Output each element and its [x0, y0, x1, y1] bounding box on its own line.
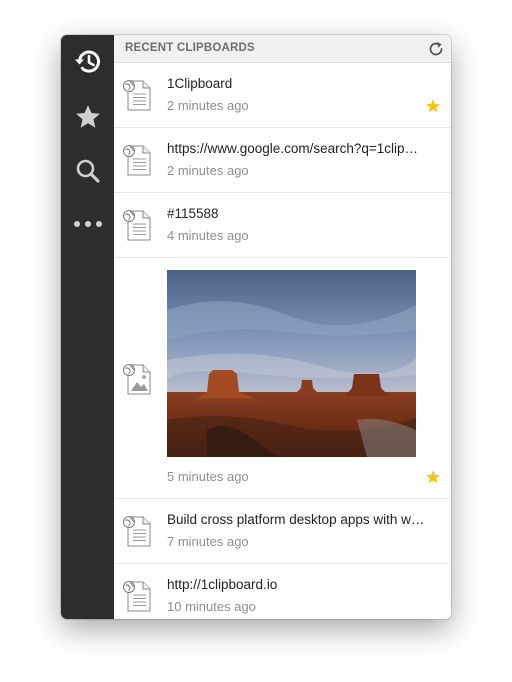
refresh-icon: [429, 42, 443, 56]
clip-time: 7 minutes ago: [167, 534, 249, 549]
starred-icon[interactable]: [425, 469, 441, 485]
main-panel: RECENT CLIPBOARDS 1Clipboard 2 minutes a…: [114, 35, 451, 619]
history-icon: [74, 50, 100, 73]
nav-search-button[interactable]: [61, 151, 114, 191]
clip-title: http://1clipboard.io: [167, 577, 278, 592]
app-window: RECENT CLIPBOARDS 1Clipboard 2 minutes a…: [61, 35, 451, 619]
clip-list[interactable]: 1Clipboard 2 minutes ago https://www.goo…: [114, 63, 451, 619]
panel-header: RECENT CLIPBOARDS: [114, 35, 451, 63]
panel-title: RECENT CLIPBOARDS: [125, 42, 255, 54]
text-document-icon: [123, 80, 151, 111]
nav-more-button[interactable]: [61, 204, 114, 244]
sidebar: [61, 35, 114, 619]
clip-item[interactable]: 1Clipboard 2 minutes ago: [114, 63, 451, 128]
clip-time: 2 minutes ago: [167, 163, 249, 178]
clip-time: 4 minutes ago: [167, 228, 249, 243]
clip-item-image[interactable]: 5 minutes ago: [114, 258, 451, 499]
clip-title: Build cross platform desktop apps with w…: [167, 512, 425, 527]
clip-item[interactable]: Build cross platform desktop apps with w…: [114, 499, 451, 564]
text-document-icon: [123, 145, 151, 176]
clip-image-thumbnail: [167, 270, 416, 457]
nav-history-button[interactable]: [61, 42, 114, 82]
clip-title: 1Clipboard: [167, 76, 233, 91]
text-document-icon: [123, 581, 151, 612]
text-document-icon: [123, 516, 151, 547]
refresh-button[interactable]: [425, 38, 447, 60]
clip-time: 2 minutes ago: [167, 98, 249, 113]
starred-icon[interactable]: [425, 98, 441, 114]
text-document-icon: [123, 210, 151, 241]
clip-item[interactable]: https://www.google.com/search?q=1clip… 2…: [114, 128, 451, 193]
clip-time: 10 minutes ago: [167, 599, 256, 614]
search-icon: [76, 159, 100, 183]
star-icon: [75, 105, 100, 128]
clip-time: 5 minutes ago: [167, 469, 249, 484]
clip-title: #115588: [167, 206, 219, 221]
clip-item[interactable]: #115588 4 minutes ago: [114, 193, 451, 258]
nav-starred-button[interactable]: [61, 97, 114, 137]
clip-item[interactable]: http://1clipboard.io 10 minutes ago: [114, 564, 451, 619]
more-icon: [73, 221, 102, 227]
clip-title: https://www.google.com/search?q=1clip…: [167, 141, 419, 156]
image-document-icon: [123, 364, 151, 395]
